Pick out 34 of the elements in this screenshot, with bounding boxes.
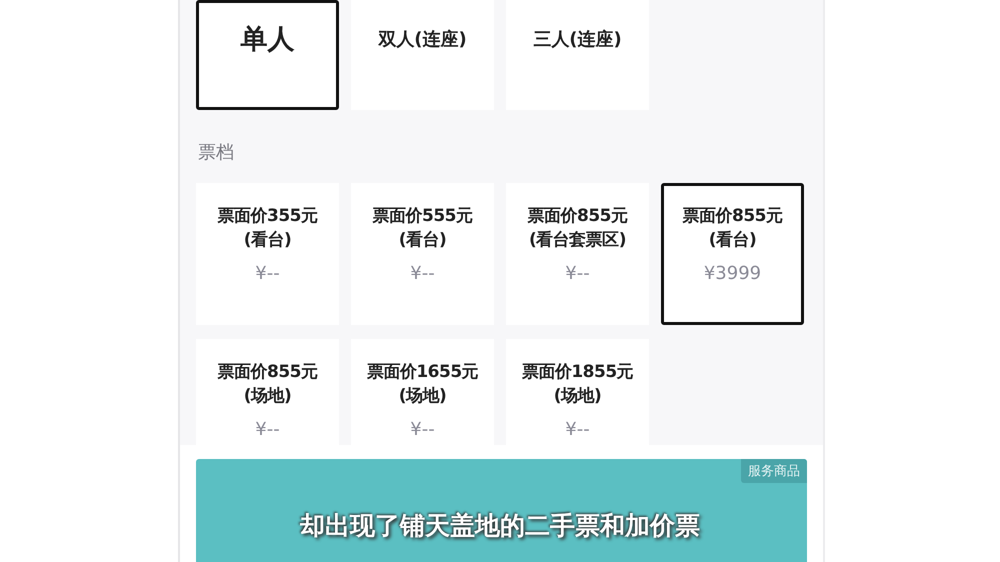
- tier-price: ¥--: [255, 419, 280, 440]
- ticket-tier-card[interactable]: 票面价1655元 (场地) ¥--: [351, 339, 494, 445]
- tier-name: 票面价855元: [682, 205, 782, 228]
- tier-name: 票面价1655元: [366, 361, 478, 384]
- tier-area: (看台): [244, 228, 292, 252]
- ticket-tier-card[interactable]: 票面价855元 (场地) ¥--: [196, 339, 339, 445]
- tier-price: ¥--: [410, 263, 435, 284]
- tier-area: (场地): [244, 384, 292, 408]
- video-subtitle: 却出现了铺天盖地的二手票和加价票: [300, 511, 700, 540]
- tier-area: (场地): [554, 384, 602, 408]
- tier-name: 票面价355元: [218, 205, 318, 228]
- seat-option[interactable]: 双人(连座): [351, 0, 494, 110]
- ticket-tier-card[interactable]: 票面价555元 (看台) ¥--: [351, 183, 494, 325]
- tier-area: (看台): [398, 228, 446, 252]
- tier-price: ¥--: [410, 419, 435, 440]
- ticket-tier-card[interactable]: 票面价1855元 (场地) ¥--: [506, 339, 649, 445]
- ticket-tier-card[interactable]: 票面价355元 (看台) ¥--: [196, 183, 339, 325]
- tier-name: 票面价555元: [372, 205, 472, 228]
- tier-name: 票面价855元: [218, 361, 318, 384]
- tier-price: ¥--: [565, 419, 590, 440]
- tier-price: ¥--: [255, 263, 280, 284]
- ticket-tier-card[interactable]: 票面价855元 (看台) ¥3999: [661, 183, 804, 325]
- tier-price: ¥--: [565, 263, 590, 284]
- tier-name: 票面价855元: [528, 205, 628, 228]
- ticket-tier-card[interactable]: 票面价855元 (看台套票区) ¥--: [506, 183, 649, 325]
- tier-name: 票面价1855元: [522, 361, 634, 384]
- seat-option[interactable]: 三人(连座): [506, 0, 649, 110]
- tier-area: (场地): [398, 384, 446, 408]
- tier-area: (看台套票区): [528, 228, 626, 252]
- tier-area: (看台): [708, 228, 756, 252]
- service-badge: 服务商品: [741, 459, 807, 483]
- seat-option[interactable]: 单人: [196, 0, 339, 110]
- tier-price: ¥3999: [704, 263, 762, 284]
- section-title: 票档: [198, 142, 234, 163]
